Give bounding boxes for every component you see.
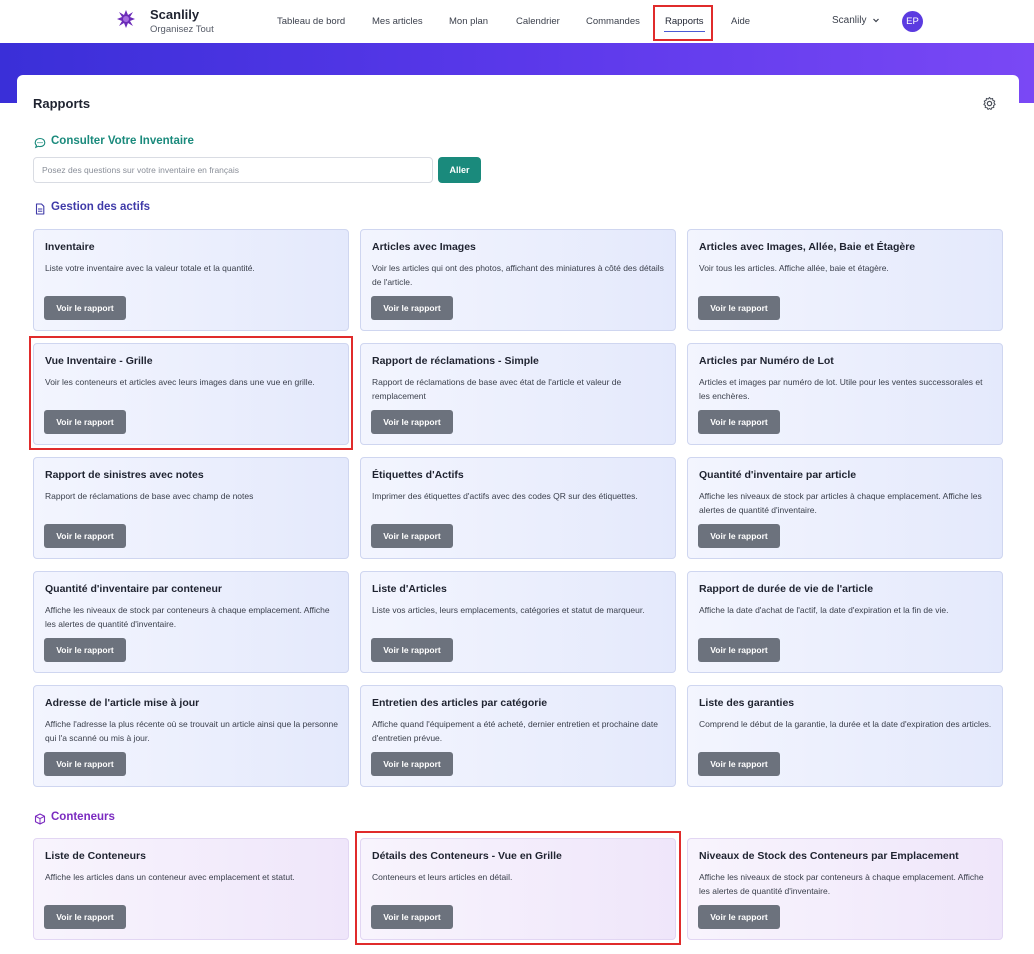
nav-item-help[interactable]: Aide [731,16,750,27]
report-card-inventaire: Inventaire Liste votre inventaire avec la… [33,229,349,331]
view-report-button[interactable]: Voir le rapport [371,410,453,434]
section-title-asset-management: Gestion des actifs [51,201,151,213]
view-report-button[interactable]: Voir le rapport [371,905,453,929]
view-report-button[interactable]: Voir le rapport [698,752,780,776]
active-nav-underline [664,31,705,32]
report-card-liste-de-conteneurs: Liste de Conteneurs Affiche les articles … [33,838,349,940]
nav-item-calendar[interactable]: Calendrier [516,16,560,27]
nav-item-dashboard[interactable]: Tableau de bord [277,16,345,27]
gear-icon[interactable] [982,96,997,111]
report-description: Articles et images par numéro de lot. Ut… [699,377,983,401]
view-report-button[interactable]: Voir le rapport [371,524,453,548]
brand-name[interactable]: Scanlily [150,7,199,22]
chevron-down-icon [873,18,880,23]
report-description: Liste votre inventaire avec la valeur to… [45,263,255,273]
report-description: Rapport de réclamations de base avec cha… [45,491,254,501]
report-title: Entretien des articles par catégorie [372,697,548,709]
brand-tagline: Organisez Tout [150,24,214,35]
report-title: Vue Inventaire - Grille [45,355,153,367]
page-title: Rapports [33,96,91,111]
view-report-button[interactable]: Voir le rapport [698,905,780,929]
view-report-button[interactable]: Voir le rapport [698,524,780,548]
report-description: Voir les articles qui ont des photos, af… [372,263,664,287]
nav-item-reports[interactable]: Rapports [665,16,704,27]
report-title: Détails des Conteneurs - Vue en Grille [372,850,562,862]
report-card-adresse-de-l-article-mise-a-jour: Adresse de l'article mise à jour Affiche … [33,685,349,787]
view-report-button[interactable]: Voir le rapport [698,638,780,662]
user-menu[interactable]: Scanlily [832,15,880,26]
nav-item-my-plan[interactable]: Mon plan [449,16,488,27]
report-title: Rapport de sinistres avec notes [45,469,204,481]
view-report-button[interactable]: Voir le rapport [371,638,453,662]
report-description: Liste vos articles, leurs emplacements, … [372,605,645,615]
report-title: Rapport de réclamations - Simple [372,355,539,367]
report-description: Affiche les niveaux de stock par contene… [699,872,984,896]
view-report-button[interactable]: Voir le rapport [44,905,126,929]
report-description: Imprimer des étiquettes d'actifs avec de… [372,491,638,501]
view-report-button[interactable]: Voir le rapport [44,524,126,548]
top-navigation: Scanlily Organisez Tout Tableau de bord … [0,0,1034,43]
report-title: Niveaux de Stock des Conteneurs par Empl… [699,850,959,862]
report-card-rapport-de-reclamations-simple: Rapport de réclamations - Simple Rapport … [360,343,676,445]
avatar[interactable]: EP [902,11,923,32]
report-description: Comprend le début de la garantie, la dur… [699,719,992,729]
view-report-button[interactable]: Voir le rapport [698,296,780,320]
view-report-button[interactable]: Voir le rapport [371,296,453,320]
report-card-quantite-d-inventaire-par-article: Quantité d'inventaire par article Affiche… [687,457,1003,559]
report-card-niveaux-de-stock-des-conteneurs-par-emplacement: Niveaux de Stock des Conteneurs par Empl… [687,838,1003,940]
report-title: Quantité d'inventaire par conteneur [45,583,222,595]
report-card-liste-d-articles: Liste d'Articles Liste vos articles, leur… [360,571,676,673]
view-report-button[interactable]: Voir le rapport [698,410,780,434]
report-title: Quantité d'inventaire par article [699,469,857,481]
section-title-containers: Conteneurs [51,811,115,823]
view-report-button[interactable]: Voir le rapport [44,296,126,320]
report-title: Rapport de durée de vie de l'article [699,583,874,595]
logo-icon[interactable] [116,9,136,29]
view-report-button[interactable]: Voir le rapport [44,638,126,662]
report-title: Liste des garanties [699,697,795,709]
report-card-articles-avec-images: Articles avec Images Voir les articles qu… [360,229,676,331]
report-title: Articles avec Images [372,241,476,253]
go-button[interactable]: Aller [438,157,481,183]
report-description: Voir les conteneurs et articles avec leu… [45,377,315,387]
report-description: Affiche les niveaux de stock par article… [699,491,982,515]
report-card-liste-des-garanties: Liste des garanties Comprend le début de … [687,685,1003,787]
box-icon [34,813,46,825]
view-report-button[interactable]: Voir le rapport [44,410,126,434]
report-card-details-des-conteneurs-vue-en-grille: Détails des Conteneurs - Vue en Grille Co… [360,838,676,940]
report-title: Liste d'Articles [372,583,447,595]
report-card-rapport-de-sinistres-avec-notes: Rapport de sinistres avec notes Rapport d… [33,457,349,559]
report-description: Affiche quand l'équipement a été acheté,… [372,719,658,743]
report-title: Articles par Numéro de Lot [699,355,834,367]
document-icon [35,203,45,215]
report-description: Affiche les articles dans un conteneur a… [45,872,295,882]
user-menu-label: Scanlily [832,15,867,26]
inventory-query-input[interactable] [33,157,433,183]
report-description: Rapport de réclamations de base avec éta… [372,377,622,401]
report-card-etiquettes-d-actifs: Étiquettes d'Actifs Imprimer des étiquett… [360,457,676,559]
nav-item-my-items[interactable]: Mes articles [372,16,423,27]
view-report-button[interactable]: Voir le rapport [44,752,126,776]
nav-item-orders[interactable]: Commandes [586,16,640,27]
report-title: Inventaire [45,241,95,253]
report-card-entretien-des-articles-par-categorie: Entretien des articles par catégorie Affi… [360,685,676,787]
report-description: Voir tous les articles. Affiche allée, b… [699,263,889,273]
report-description: Affiche la date d'achat de l'actif, la d… [699,605,949,615]
report-title: Liste de Conteneurs [45,850,146,862]
report-title: Adresse de l'article mise à jour [45,697,200,709]
report-card-articles-par-numero-de-lot: Articles par Numéro de Lot Articles et im… [687,343,1003,445]
report-card-quantite-d-inventaire-par-conteneur: Quantité d'inventaire par conteneur Affic… [33,571,349,673]
view-report-button[interactable]: Voir le rapport [371,752,453,776]
inventory-query-title: Consulter Votre Inventaire [51,135,194,147]
report-description: Conteneurs et leurs articles en détail. [372,872,513,882]
chat-bubble-icon [34,137,46,149]
report-card-articles-avec-images-allee-baie-et-etagere: Articles avec Images, Allée, Baie et Éta… [687,229,1003,331]
report-title: Étiquettes d'Actifs [372,469,464,481]
report-card-vue-inventaire-grille: Vue Inventaire - Grille Voir les conteneu… [33,343,349,445]
report-card-rapport-de-duree-de-vie-de-l-article: Rapport de durée de vie de l'article Affi… [687,571,1003,673]
report-description: Affiche les niveaux de stock par contene… [45,605,330,629]
report-description: Affiche l'adresse la plus récente où se … [45,719,339,743]
report-title: Articles avec Images, Allée, Baie et Éta… [699,241,916,253]
